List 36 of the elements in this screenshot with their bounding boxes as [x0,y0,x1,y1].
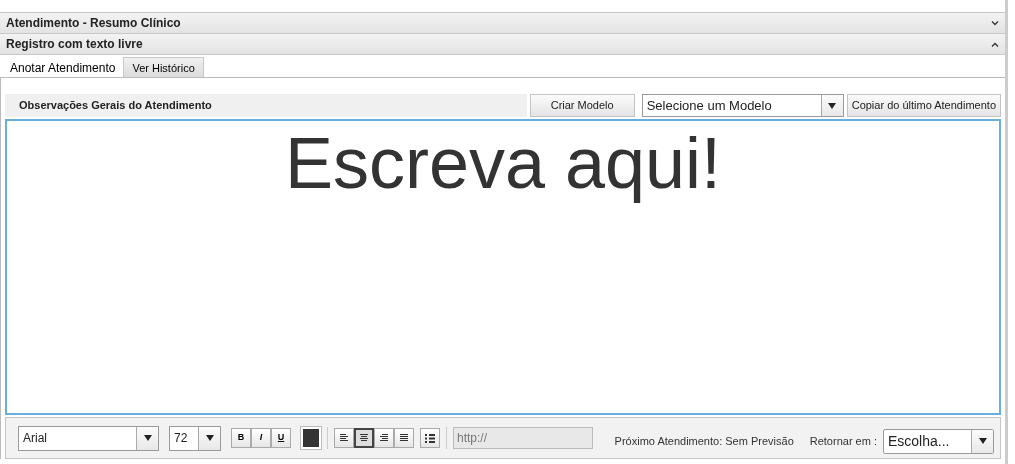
caret-icon [205,435,214,441]
italic-button[interactable]: I [251,428,271,448]
align-center-button[interactable] [354,428,374,448]
align-left-button[interactable] [334,428,354,448]
tab[interactable]: Anotar Atendimento [2,57,124,77]
editor-text: Escreva aqui! [284,123,722,203]
bold-button[interactable]: B [231,428,251,448]
model-select[interactable]: Selecione um Modelo [641,94,844,117]
align-left-icon [340,434,348,442]
font-select[interactable]: Arial [18,425,159,451]
text-editor[interactable]: Escreva aqui! [5,119,1001,415]
bullet-list-button[interactable] [420,428,440,448]
caret-icon [828,102,837,109]
panel-title: Registro com texto livre [6,36,143,53]
return-label: Retornar em : [809,433,877,449]
panel-title: Atendimento - Resumo Clínico [6,15,181,32]
align-justify-button[interactable] [394,428,414,448]
panel-header[interactable]: Registro com texto livre [0,34,1005,55]
align-justify-icon [400,434,408,442]
align-right-icon [380,434,388,442]
underline-button[interactable]: U [271,428,291,448]
panel-header[interactable]: Atendimento - Resumo Clínico [0,13,1005,34]
link-field[interactable]: http:// [453,427,593,449]
copy-button[interactable]: Copiar do último Atendimento [846,94,1001,117]
text-color-swatch[interactable] [301,427,321,449]
align-right-button[interactable] [374,428,394,448]
next-visit-text: Próximo Atendimento: Sem Previsão [614,433,794,449]
section-title: Observações Gerais do Atendimento [5,94,527,117]
create-model-button[interactable]: Criar Modelo [529,94,635,117]
caret-icon [143,435,152,441]
bullet-list-icon [425,433,435,443]
caret-icon [978,438,987,444]
tab[interactable]: Ver Histórico [123,57,204,77]
align-center-icon [360,434,368,442]
return-select[interactable]: Escolha... [883,428,994,454]
size-select[interactable]: 72 [169,425,221,451]
